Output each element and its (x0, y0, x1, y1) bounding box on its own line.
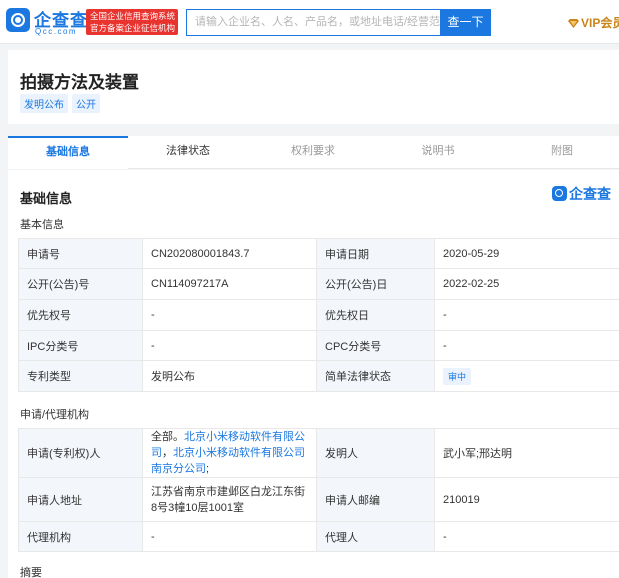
tag-type: 发明公布 (20, 94, 68, 113)
application-number: CN202080001843.7 (142, 238, 317, 269)
tab-basic-info[interactable]: 基础信息 (8, 136, 128, 169)
tab-legal-status[interactable]: 法律状态 (128, 136, 248, 169)
table-row: 优先权号 - 优先权日 - (18, 299, 619, 331)
applicant-value: 全部。北京小米移动软件有限公司，北京小米移动软件有限公司南京分公司; (142, 428, 317, 478)
table-row: 申请(专利权)人 全部。北京小米移动软件有限公司，北京小米移动软件有限公司南京分… (18, 428, 619, 478)
tag-status: 公开 (72, 94, 100, 113)
field-label: 申请人地址 (18, 477, 143, 522)
ipc-class: - (142, 330, 317, 361)
table-row: 申请人地址 江苏省南京市建邺区白龙江东街8号3幢10层1001室 申请人邮编 2… (18, 477, 619, 522)
agency-value: - (142, 521, 317, 552)
inventor-value: 武小军;邢达明 (434, 428, 619, 478)
application-date: 2020-05-29 (434, 238, 619, 269)
field-label: 代理人 (316, 521, 435, 552)
legal-status-cell: 审中 (434, 360, 619, 392)
publication-date: 2022-02-25 (434, 268, 619, 300)
patent-title: 拍摄方法及装置 (20, 73, 139, 92)
publication-number: CN114097217A (142, 268, 317, 300)
field-label: 发明人 (316, 428, 435, 478)
table-row: IPC分类号 - CPC分类号 - (18, 330, 619, 361)
vip-diamond-icon (568, 19, 579, 28)
field-label: 公开(公告)号 (18, 268, 143, 300)
field-label: 优先权号 (18, 299, 143, 331)
vip-member-link[interactable]: VIP会员 (568, 14, 619, 31)
priority-date: - (434, 299, 619, 331)
field-label: 简单法律状态 (316, 360, 435, 392)
table-row: 申请号 CN202080001843.7 申请日期 2020-05-29 (18, 238, 619, 269)
cpc-class: - (434, 330, 619, 361)
qcc-logo[interactable]: 企查查 Qcc.com (6, 6, 87, 38)
qcc-watermark: 企查查 (552, 184, 611, 204)
table-row: 代理机构 - 代理人 - (18, 521, 619, 552)
logo-subtext: Qcc.com (35, 27, 78, 36)
applicant-postcode: 210019 (434, 477, 619, 522)
applicant-address: 江苏省南京市建邺区白龙江东街8号3幢10层1001室 (142, 477, 317, 522)
field-label: 优先权日 (316, 299, 435, 331)
basic-info-panel: 基础信息 企查查 基本信息 申请号 CN202080001843.7 申请日期 … (8, 170, 619, 578)
top-header: 企查查 Qcc.com 全国企业信用查询系统 官方备案企业征信机构 请输入企业名… (0, 0, 619, 44)
qcc-watermark-icon (552, 186, 567, 201)
field-label: 申请(专利权)人 (18, 428, 143, 478)
basic-info-subtitle: 基本信息 (20, 219, 64, 231)
search-input[interactable]: 请输入企业名、人名、产品名，或地址电话/经营范围等 (186, 9, 440, 36)
applicant-link[interactable]: 北京小米移动软件有限公司南京分公司 (151, 447, 305, 475)
detail-tabs: 基础信息 法律状态 权利要求 说明书 附图 (8, 136, 619, 169)
agent-value: - (434, 521, 619, 552)
patent-title-card: 拍摄方法及装置 发明公布 公开 (8, 50, 619, 124)
field-label: 公开(公告)日 (316, 268, 435, 300)
field-label: 申请号 (18, 238, 143, 269)
applicant-agency-subtitle: 申请/代理机构 (20, 409, 90, 421)
field-label: IPC分类号 (18, 330, 143, 361)
field-label: 专利类型 (18, 360, 143, 392)
logo-icon (6, 8, 30, 32)
tab-description[interactable]: 说明书 (378, 136, 498, 169)
abstract-title: 摘要 (20, 567, 42, 578)
tab-drawings[interactable]: 附图 (502, 136, 619, 169)
priority-number: - (142, 299, 317, 331)
field-label: 申请日期 (316, 238, 435, 269)
table-row: 专利类型 发明公布 简单法律状态 审中 (18, 360, 619, 392)
field-label: 申请人邮编 (316, 477, 435, 522)
field-label: 代理机构 (18, 521, 143, 552)
patent-type: 发明公布 (142, 360, 317, 392)
official-system-badge: 全国企业信用查询系统 官方备案企业征信机构 (86, 9, 178, 35)
patent-tags: 发明公布 公开 (20, 94, 104, 113)
section-title: 基础信息 (20, 191, 73, 206)
tab-claims[interactable]: 权利要求 (253, 136, 373, 169)
field-label: CPC分类号 (316, 330, 435, 361)
search-button[interactable]: 查一下 (440, 9, 491, 36)
legal-status-badge: 审中 (443, 367, 472, 385)
table-row: 公开(公告)号 CN114097217A 公开(公告)日 2022-02-25 (18, 268, 619, 300)
applicant-agency-table: 申请(专利权)人 全部。北京小米移动软件有限公司，北京小米移动软件有限公司南京分… (18, 428, 619, 552)
basic-info-table: 申请号 CN202080001843.7 申请日期 2020-05-29 公开(… (18, 238, 619, 392)
